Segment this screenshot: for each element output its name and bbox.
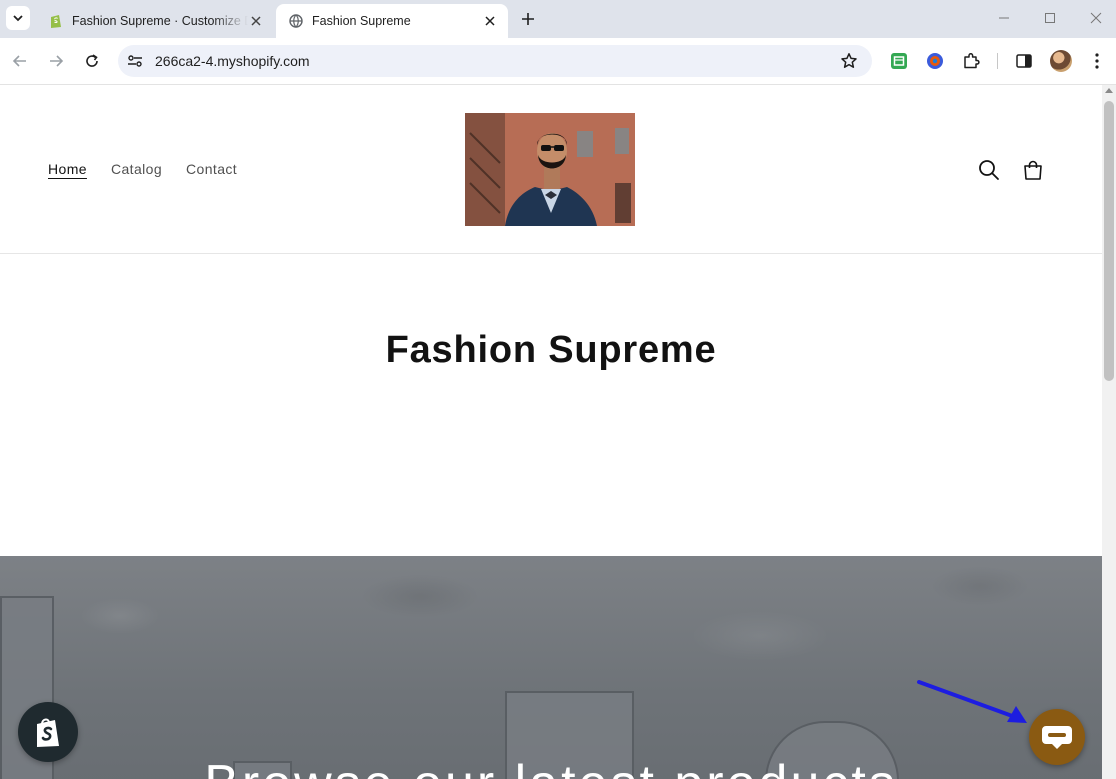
chat-icon (1042, 726, 1072, 749)
nav-link-contact[interactable]: Contact (186, 161, 237, 177)
back-button[interactable] (8, 49, 32, 73)
nav-link-catalog[interactable]: Catalog (111, 161, 162, 177)
close-window-button[interactable] (1086, 8, 1106, 28)
tab-title: Fashion Supreme (312, 14, 411, 28)
page-viewport: Home Catalog Contact Fashion Supreme (0, 85, 1102, 779)
side-panel-icon[interactable] (1013, 50, 1035, 72)
chat-button[interactable] (1029, 709, 1085, 765)
cart-icon (1024, 160, 1042, 180)
shopify-preview-button[interactable] (18, 702, 78, 762)
forward-button[interactable] (44, 49, 68, 73)
maximize-icon (1045, 13, 1055, 23)
new-tab-button[interactable] (518, 9, 538, 29)
browser-tab-strip: Fashion Supreme · Customize D Fashion Su… (0, 0, 1116, 38)
profile-avatar[interactable] (1050, 50, 1072, 72)
main-nav: Home Catalog Contact (48, 161, 237, 177)
tab-shopify-customize[interactable]: Fashion Supreme · Customize D (36, 4, 274, 38)
url-text: 266ca2-4.myshopify.com (155, 53, 310, 69)
reload-icon (86, 54, 98, 67)
plus-icon (522, 13, 534, 25)
annotation-arrow (917, 680, 1027, 723)
nav-link-home[interactable]: Home (48, 161, 87, 177)
shopify-bag-icon (37, 718, 59, 747)
tab-fashion-supreme[interactable]: Fashion Supreme (276, 4, 508, 38)
toolbar-separator (997, 53, 998, 69)
page-title: Fashion Supreme (385, 329, 717, 371)
globe-icon (288, 13, 304, 29)
banner-heading: Browse our latest products (0, 754, 1102, 779)
scroll-up-arrow-icon[interactable] (1105, 88, 1113, 93)
search-button[interactable] (976, 157, 1002, 183)
page-scrollbar[interactable] (1102, 85, 1116, 779)
extension-green-icon[interactable] (888, 50, 910, 72)
store-logo[interactable] (465, 113, 635, 226)
search-icon (979, 160, 999, 180)
arrow-right-icon (50, 55, 64, 67)
close-icon (1090, 12, 1102, 24)
tab-search-button[interactable] (6, 6, 30, 30)
tab-title: Fashion Supreme · Customize D (72, 14, 248, 28)
cart-button[interactable] (1020, 157, 1046, 183)
store-header: Home Catalog Contact (0, 85, 1102, 254)
extension-compass-icon[interactable] (924, 50, 946, 72)
reload-button[interactable] (80, 49, 104, 73)
maximize-button[interactable] (1040, 8, 1060, 28)
shopify-favicon-icon (48, 13, 64, 29)
browser-toolbar: 266ca2-4.myshopify.com (0, 38, 1116, 85)
logo-photo (465, 113, 635, 226)
minimize-icon (999, 17, 1009, 19)
site-settings-icon[interactable] (124, 50, 146, 72)
scrollbar-thumb[interactable] (1104, 101, 1114, 381)
image-banner: Browse our latest products (0, 556, 1102, 779)
close-tab-icon[interactable] (248, 13, 264, 29)
close-tab-icon[interactable] (482, 13, 498, 29)
bookmark-star-icon[interactable] (838, 50, 860, 72)
address-bar[interactable]: 266ca2-4.myshopify.com (118, 45, 872, 77)
arrow-left-icon (12, 55, 26, 67)
browser-menu-icon[interactable] (1086, 50, 1108, 72)
chevron-down-icon (13, 15, 23, 22)
minimize-button[interactable] (994, 8, 1014, 28)
extensions-puzzle-icon[interactable] (960, 50, 982, 72)
